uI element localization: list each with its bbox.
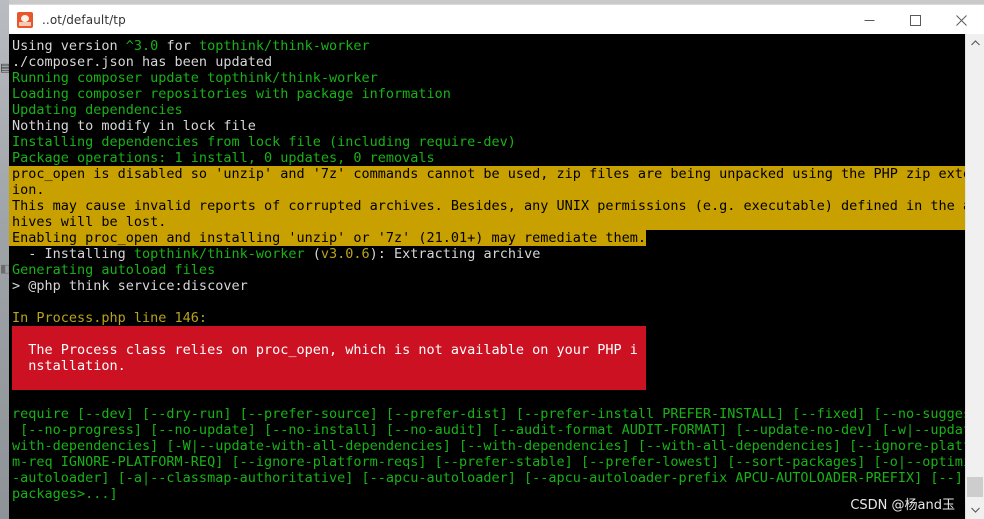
- chevron-down-icon: [970, 507, 980, 513]
- terminal-line: hives will be lost.: [9, 214, 966, 230]
- maximize-button[interactable]: [892, 5, 938, 35]
- error-line: The Process class relies on proc_open, w…: [12, 342, 638, 358]
- terminal-line: ./composer.json has been updated: [9, 54, 966, 70]
- terminal-segment: for: [158, 38, 199, 54]
- warning-text: Enabling proc_open and installing 'unzip…: [9, 230, 646, 246]
- terminal-segment: In Process.php line 146:: [12, 310, 208, 326]
- terminal-segment: Updating dependencies: [12, 102, 183, 118]
- usage-line: packages>...]: [12, 486, 118, 502]
- terminal-line: Loading composer repositories with packa…: [9, 86, 966, 102]
- terminal-segment: - Installing: [12, 246, 134, 262]
- window-controls: [846, 5, 984, 35]
- close-button[interactable]: [938, 5, 984, 35]
- chevron-up-icon: [970, 40, 980, 46]
- usage-line: with-dependencies] [-W|--update-with-all…: [12, 438, 966, 454]
- desktop-icon-partial[interactable]: ▤: [0, 60, 9, 76]
- app-icon: [17, 12, 33, 28]
- terminal-segment: > @php think service:discover: [12, 278, 248, 294]
- terminal-text-area: Using version ^3.0 for topthink/think-wo…: [9, 34, 966, 502]
- terminal-segment: topthink/think-worker: [133, 246, 305, 262]
- window-title: ..ot/default/tp: [42, 13, 126, 27]
- screen: ▤ ◧ ..ot/default/tp Using version ^3.0 f…: [0, 0, 984, 519]
- usage-line: -autoloader] [-a|--classmap-authoritativ…: [12, 470, 966, 486]
- maximize-icon: [909, 14, 921, 26]
- terminal-segment: Using version: [12, 38, 126, 54]
- error-line: nstallation.: [12, 358, 126, 374]
- terminal-line: Updating dependencies: [9, 102, 966, 118]
- terminal-segment: Nothing to modify in lock file: [12, 118, 256, 134]
- terminal-segment: v3.0.6: [320, 246, 370, 262]
- terminal-line: - Installing topthink/think-worker (v3.0…: [9, 246, 966, 262]
- title-bar[interactable]: ..ot/default/tp: [9, 4, 984, 35]
- terminal-line: Running composer update topthink/think-w…: [9, 70, 966, 86]
- terminal-segment: ./composer.json has been updated: [12, 54, 273, 70]
- scroll-down-button[interactable]: [966, 501, 984, 519]
- terminal-line: Installing dependencies from lock file (…: [9, 134, 966, 150]
- terminal-line: > @php think service:discover: [9, 278, 966, 294]
- scroll-up-button[interactable]: [966, 34, 984, 52]
- warning-text: This may cause invalid reports of corrup…: [9, 198, 966, 214]
- terminal-segment: (: [304, 246, 321, 262]
- terminal-line: ion.: [9, 182, 966, 198]
- error-line: [12, 326, 646, 342]
- terminal-segment: topthink/think-worker: [198, 38, 370, 54]
- desktop-background: ▤ ◧: [0, 0, 9, 519]
- terminal-segment: Running composer update topthink/think-w…: [12, 70, 378, 86]
- error-box: The Process class relies on proc_open, w…: [12, 326, 646, 390]
- terminal-output[interactable]: Using version ^3.0 for topthink/think-wo…: [9, 34, 966, 519]
- terminal-line: Package operations: 1 install, 0 updates…: [9, 150, 966, 166]
- terminal-segment: Loading composer repositories with packa…: [12, 86, 451, 102]
- error-line: [12, 374, 646, 390]
- terminal-line: Using version ^3.0 for topthink/think-wo…: [9, 38, 966, 54]
- scrollbar-thumb[interactable]: [967, 477, 983, 497]
- terminal-line: In Process.php line 146:: [9, 310, 966, 326]
- terminal-line: Generating autoload files: [9, 262, 966, 278]
- warning-text: ion.: [9, 182, 966, 198]
- minimize-icon: [864, 19, 874, 21]
- terminal-window: ..ot/default/tp Using version ^3.0 for t…: [9, 4, 984, 519]
- warning-text: proc_open is disabled so 'unzip' and '7z…: [9, 166, 966, 182]
- vertical-scrollbar[interactable]: [965, 34, 984, 519]
- terminal-segment: Generating autoload files: [12, 262, 216, 278]
- usage-line: m-req IGNORE-PLATFORM-REQ] [--ignore-pla…: [12, 454, 966, 470]
- warning-text: hives will be lost.: [9, 214, 966, 230]
- terminal-line: Enabling proc_open and installing 'unzip…: [9, 230, 966, 246]
- terminal-segment: Package operations: 1 install, 0 updates…: [12, 150, 435, 166]
- close-icon: [955, 14, 967, 26]
- watermark: CSDN @杨and玉: [850, 498, 955, 513]
- terminal-segment: ): Extracting archive: [369, 246, 541, 262]
- terminal-line: Nothing to modify in lock file: [9, 118, 966, 134]
- terminal-segment: Installing dependencies from lock file (…: [12, 134, 516, 150]
- terminal-line: proc_open is disabled so 'unzip' and '7z…: [9, 166, 966, 182]
- usage-line: [--no-progress] [--no-update] [--no-inst…: [12, 422, 966, 438]
- usage-line: require [--dev] [--dry-run] [--prefer-so…: [12, 406, 966, 422]
- minimize-button[interactable]: [846, 5, 892, 35]
- desktop-icon-partial-2[interactable]: ◧: [0, 262, 9, 276]
- terminal-line: This may cause invalid reports of corrup…: [9, 198, 966, 214]
- terminal-segment: ^3.0: [125, 38, 159, 54]
